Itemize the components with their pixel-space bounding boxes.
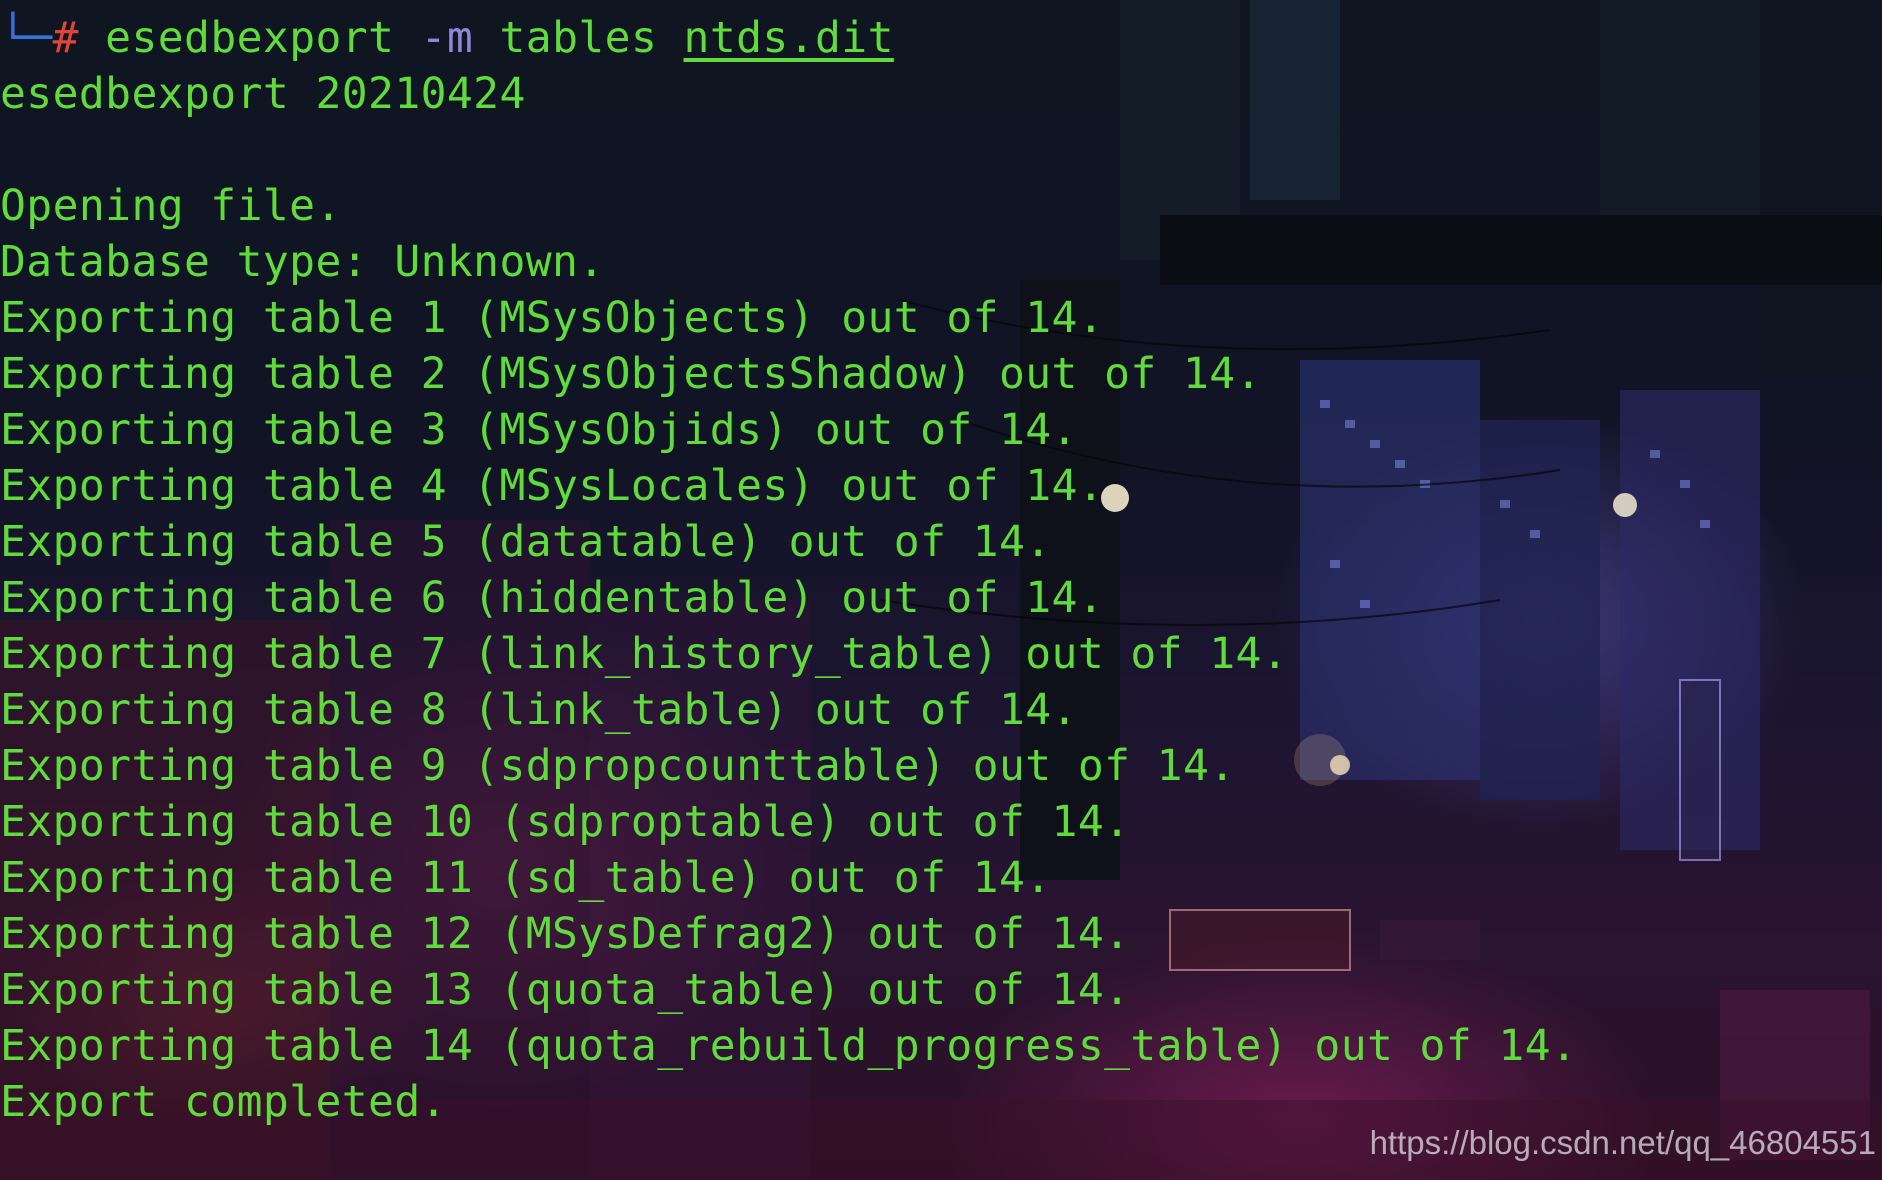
output-line: Exporting table 13 (quota_table) out of … [0,965,1131,1015]
watermark-url: https://blog.csdn.net/qq_46804551 [1369,1124,1876,1161]
output-line: Exporting table 12 (MSysDefrag2) out of … [0,909,1131,959]
output-line: esedbexport 20210424 [0,69,526,119]
output-line: Exporting table 6 (hiddentable) out of 1… [0,573,1105,623]
output-line: Exporting table 3 (MSysObjids) out of 14… [0,405,1078,455]
output-line: Exporting table 7 (link_history_table) o… [0,629,1289,679]
output-line: Exporting table 14 (quota_rebuild_progre… [0,1021,1578,1071]
prompt-corner: └─ [0,13,53,63]
output-line: Exporting table 10 (sdproptable) out of … [0,797,1131,847]
output-line: Opening file. [0,181,342,231]
command-file-path[interactable]: ntds.dit [684,13,894,63]
command-flag: -m [420,13,474,63]
command-line: └─# esedbexport -m tables ntds.dit [0,10,1577,66]
output-line: Exporting table 1 (MSysObjects) out of 1… [0,293,1105,343]
output-line: Exporting table 9 (sdpropcounttable) out… [0,741,1236,791]
output-line: Exporting table 11 (sd_table) out of 14. [0,853,1052,903]
output-line: Export completed. [0,1077,447,1127]
command-arg: tables [499,13,658,63]
output-line: Database type: Unknown. [0,237,605,287]
prompt-hash: # [52,13,79,63]
output-line: Exporting table 4 (MSysLocales) out of 1… [0,461,1105,511]
terminal-window[interactable]: └─# esedbexport -m tables ntds.dit esedbe… [0,0,1882,1180]
output-line: Exporting table 8 (link_table) out of 14… [0,685,1078,735]
output-line: Exporting table 5 (datatable) out of 14. [0,517,1052,567]
command-name: esedbexport [105,13,395,63]
output-line: Exporting table 2 (MSysObjectsShadow) ou… [0,349,1262,399]
terminal-output: └─# esedbexport -m tables ntds.dit esedbe… [0,10,1577,1130]
